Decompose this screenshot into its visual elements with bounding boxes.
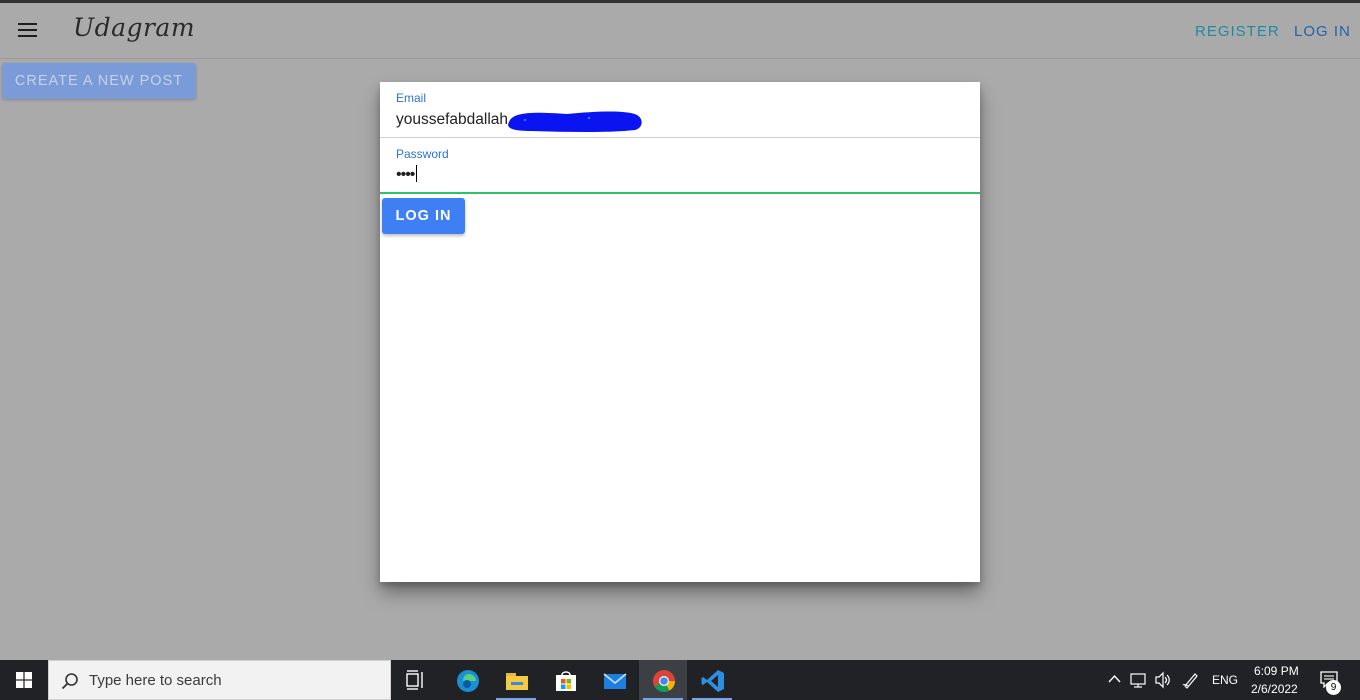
password-label: Password [396,147,449,161]
redaction-scribble [508,111,642,132]
task-view-icon [406,670,423,690]
text-caret [416,165,418,182]
email-label: Email [396,91,427,105]
edge-taskbar-button[interactable] [443,660,491,700]
clock-date[interactable]: 2/6/2022 [1251,682,1298,696]
taskbar-search-box[interactable]: Type here to search [48,660,391,700]
app-brand-logo[interactable]: Udagram [73,13,195,42]
mail-taskbar-button[interactable] [590,660,638,700]
search-icon [61,673,78,690]
vscode-taskbar-button[interactable] [688,660,736,700]
pen-ink-icon[interactable] [1182,671,1200,689]
notification-count-badge: 9 [1326,680,1341,695]
email-input-value[interactable]: youssefabdallah [396,111,508,129]
edge-icon [457,670,479,692]
login-submit-button[interactable]: LOG IN [382,198,465,234]
mail-icon [603,673,627,689]
app-toolbar: Udagram REGISTER LOG IN [0,3,1360,59]
windows-taskbar: Type here to search ENG 6:09 PM 2/6/2022… [0,660,1360,700]
volume-icon[interactable] [1154,671,1172,689]
search-placeholder: Type here to search [89,672,222,689]
chevron-up-icon[interactable] [1108,674,1121,684]
file-explorer-taskbar-button[interactable] [492,660,540,700]
network-icon[interactable] [1130,671,1148,689]
windows-start-button[interactable] [0,660,48,700]
clock-time[interactable]: 6:09 PM [1254,664,1299,678]
file-explorer-icon [506,673,528,690]
login-link[interactable]: LOG IN [1294,23,1351,40]
input-language-indicator[interactable]: ENG [1212,673,1238,687]
chrome-taskbar-button[interactable] [639,660,687,700]
task-view-button[interactable] [392,660,440,700]
hamburger-menu-icon[interactable] [18,22,38,38]
email-field[interactable]: Email youssefabdallah [380,82,980,138]
windows-logo-icon [16,672,32,688]
password-input-value[interactable]: •••• [396,165,418,184]
login-modal: Email youssefabdallah Password •••• LOG … [380,82,980,582]
chrome-icon [653,670,675,692]
vscode-icon [701,670,724,692]
password-field[interactable]: Password •••• [380,138,980,194]
password-masked-text: •••• [396,166,415,183]
store-icon [556,671,576,691]
register-link[interactable]: REGISTER [1195,23,1280,40]
create-new-post-button[interactable]: CREATE A NEW POST [2,63,196,99]
store-taskbar-button[interactable] [541,660,589,700]
